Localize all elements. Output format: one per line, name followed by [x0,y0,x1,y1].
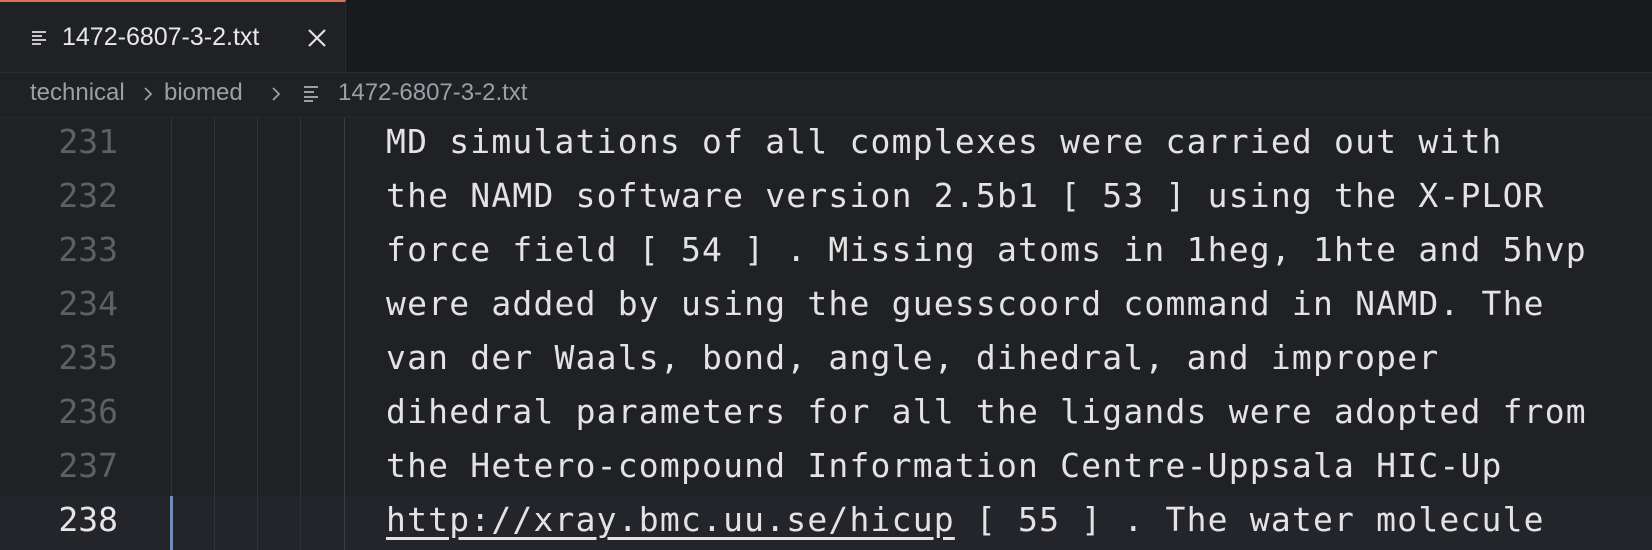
indent-guide [214,118,215,550]
active-indent-marker [170,496,173,550]
code-line[interactable]: van der Waals, bond, angle, dihedral, an… [386,338,1439,377]
line-number[interactable]: 234 [0,284,118,323]
code-line-current[interactable]: http://xray.bmc.uu.se/hicup [ 55 ] . The… [386,500,1545,539]
text-file-icon [304,86,318,102]
code-line[interactable]: were added by using the guesscoord comma… [386,284,1545,323]
breadcrumb-item-file[interactable]: 1472-6807-3-2.txt [338,79,527,107]
code-line[interactable]: the Hetero-compound Information Centre-U… [386,446,1503,485]
line-number[interactable]: 236 [0,392,118,431]
tab-bar: 1472-6807-3-2.txt [0,0,1652,73]
code-line[interactable]: MD simulations of all complexes were car… [386,122,1503,161]
indent-guide [300,118,301,550]
line-number[interactable]: 237 [0,446,118,485]
breadcrumb-item-technical[interactable]: technical [30,79,125,107]
line-number[interactable]: 235 [0,338,118,377]
line-number[interactable]: 233 [0,230,118,269]
code-line[interactable]: force field [ 54 ] . Missing atoms in 1h… [386,230,1587,269]
breadcrumb: technical biomed 1472-6807-3-2.txt [0,73,1652,118]
line-number[interactable]: 232 [0,176,118,215]
editor-window: 1472-6807-3-2.txt technical biomed 1472-… [0,0,1652,550]
line-number[interactable]: 231 [0,122,118,161]
indent-guide [257,118,258,550]
editor-text-area[interactable]: 231 232 233 234 235 236 237 238 MD simul… [0,118,1652,550]
indent-guide [171,118,172,550]
indent-guide [344,118,345,550]
line-number-current[interactable]: 238 [0,500,118,539]
close-icon[interactable] [306,27,328,49]
breadcrumb-item-biomed[interactable]: biomed [164,79,243,107]
tab-label: 1472-6807-3-2.txt [62,23,260,51]
code-line[interactable]: the NAMD software version 2.5b1 [ 53 ] u… [386,176,1545,215]
code-line[interactable]: dihedral parameters for all the ligands … [386,392,1587,431]
code-text: [ 55 ] . The water molecule [954,500,1545,539]
chevron-right-icon [144,87,153,101]
hyperlink[interactable]: http://xray.bmc.uu.se/hicup [386,500,955,539]
text-file-icon [32,31,46,45]
chevron-right-icon [272,87,281,101]
tab-file[interactable]: 1472-6807-3-2.txt [0,0,346,72]
